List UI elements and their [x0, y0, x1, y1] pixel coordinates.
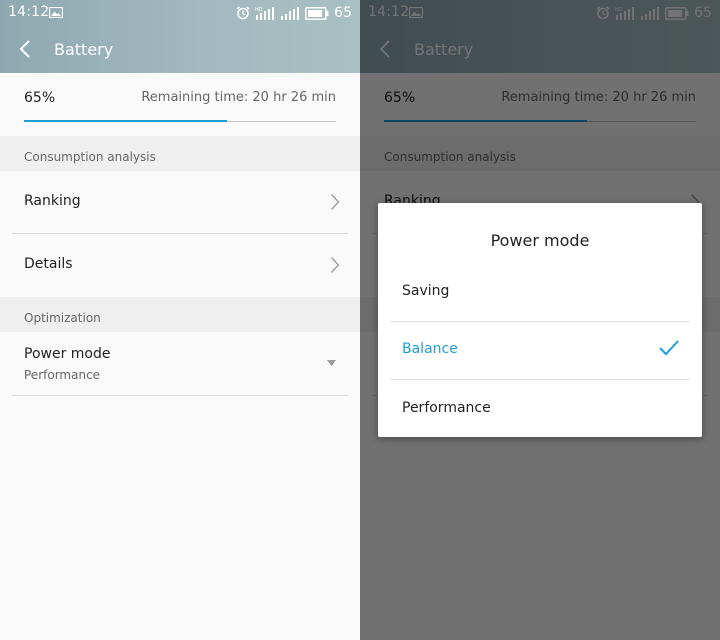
image-icon — [49, 7, 63, 18]
power-mode-item[interactable]: Power mode Performance — [0, 332, 360, 396]
option-label: Balance — [402, 341, 458, 357]
section-consumption-analysis: Consumption analysis — [0, 136, 360, 171]
battery-screen-with-dialog: 14:12 HD — [360, 0, 720, 640]
alarm-icon — [236, 6, 250, 20]
details-item[interactable]: Details — [0, 234, 360, 297]
status-time: 14:12 — [8, 4, 50, 20]
power-mode-value: Performance — [24, 368, 101, 382]
option-saving[interactable]: Saving — [390, 263, 690, 322]
battery-level-text: 65 — [334, 5, 352, 21]
details-label: Details — [24, 256, 73, 272]
dropdown-triangle-icon — [327, 360, 336, 366]
app-header: 14:12 HD — [0, 0, 360, 73]
empty-area — [0, 396, 360, 640]
power-mode-label: Power mode — [24, 346, 111, 362]
section-label: Consumption analysis — [24, 150, 156, 164]
status-bar: 14:12 HD — [0, 0, 360, 26]
option-balance[interactable]: Balance — [390, 321, 690, 380]
ranking-label: Ranking — [24, 193, 81, 209]
battery-icon — [305, 6, 329, 20]
remaining-time: Remaining time: 20 hr 26 min — [141, 90, 336, 105]
page-title: Battery — [54, 40, 114, 59]
option-label: Saving — [402, 283, 450, 299]
nav-bar: Battery — [0, 26, 360, 73]
battery-summary: 65% Remaining time: 20 hr 26 min — [0, 73, 360, 136]
back-arrow-icon[interactable] — [16, 38, 34, 60]
signal-icon — [281, 7, 300, 20]
power-mode-dialog: Power mode Saving Balance Performance — [378, 203, 702, 437]
chevron-right-icon — [331, 257, 340, 273]
battery-percent: 65% — [24, 90, 56, 106]
svg-text:HD: HD — [255, 7, 263, 13]
battery-screen: 14:12 HD 65 Battery 65% Remaining time: … — [0, 0, 360, 640]
ranking-item[interactable]: Ranking — [0, 171, 360, 234]
option-performance[interactable]: Performance — [390, 380, 690, 439]
hd-signal-icon: HD — [255, 7, 275, 20]
dialog-title: Power mode — [490, 231, 590, 250]
battery-progress-fill — [24, 120, 227, 122]
option-label: Performance — [402, 400, 491, 416]
status-icons: HD 6 — [236, 4, 352, 22]
section-label: Optimization — [24, 311, 101, 325]
chevron-right-icon — [331, 194, 340, 210]
section-optimization: Optimization — [0, 297, 360, 332]
checkmark-icon — [659, 340, 679, 356]
